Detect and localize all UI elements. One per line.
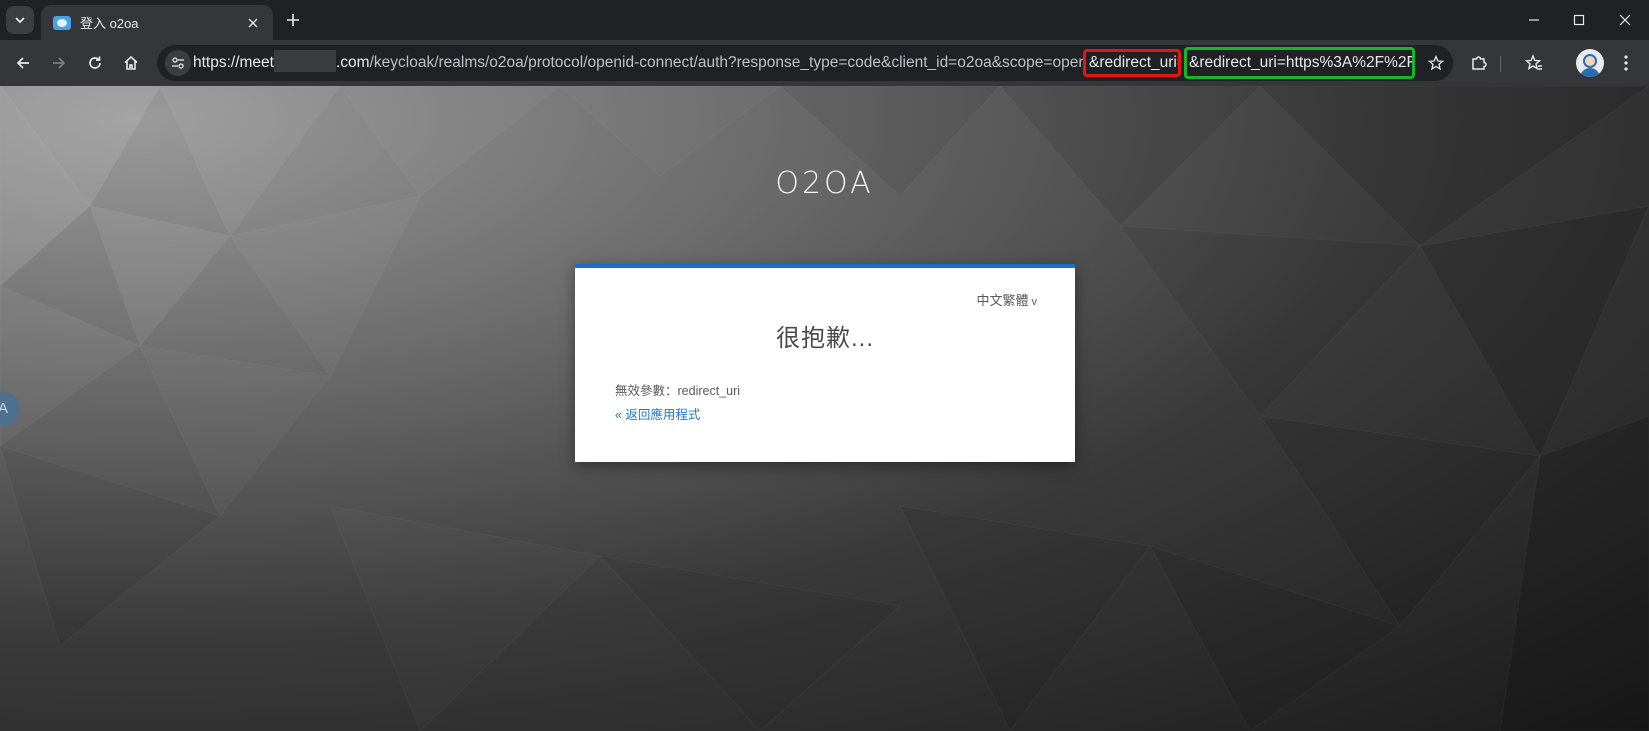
minimize-button[interactable] <box>1520 6 1548 34</box>
profile-avatar[interactable] <box>1576 49 1604 77</box>
toolbar-divider <box>1500 56 1501 72</box>
site-favicon-icon <box>53 15 71 30</box>
browser-toolbar: https://meet .com/keycloak/realms/o2oa/pr… <box>0 40 1649 86</box>
redacted-hostname <box>273 50 336 72</box>
maximize-button[interactable] <box>1565 6 1593 34</box>
puzzle-icon <box>1472 56 1487 70</box>
close-icon <box>1619 14 1631 26</box>
close-icon <box>248 18 258 27</box>
tab-search-button[interactable] <box>6 6 34 34</box>
window-close-button[interactable] <box>1611 6 1639 34</box>
extensions-button[interactable] <box>1465 49 1493 77</box>
reload-button[interactable] <box>81 49 109 77</box>
kebab-menu-icon <box>1624 55 1628 71</box>
chevron-down-icon: v <box>1031 296 1038 308</box>
chevron-down-icon <box>15 17 25 24</box>
tab-strip: 登入 o2oa <box>0 0 1649 40</box>
tab-close-button[interactable] <box>243 13 263 33</box>
reload-icon <box>89 56 101 69</box>
error-message: 無效參數：redirect_uri <box>615 384 741 398</box>
minimize-icon <box>1529 19 1539 21</box>
tab-title: 登入 o2oa <box>80 16 139 31</box>
url-host-suffix: .com <box>335 54 370 71</box>
menu-button[interactable] <box>1612 49 1640 77</box>
home-icon <box>124 55 138 70</box>
bookmark-star-button[interactable] <box>1422 49 1450 77</box>
tab-active[interactable]: 登入 o2oa <box>41 5 273 40</box>
star-icon <box>1428 55 1444 71</box>
site-info-button[interactable] <box>165 50 191 76</box>
url-path: /keycloak/realms/o2oa/protocol/openid-co… <box>369 54 1088 71</box>
forward-button[interactable] <box>45 49 73 77</box>
arrow-right-icon <box>53 57 66 69</box>
error-card: 中文繁體 v 很抱歉... 無效參數：redirect_uri « 返回應用程式 <box>575 264 1075 462</box>
redirect-uri-highlight-red: &redirect_uri= <box>1083 49 1181 77</box>
language-selector[interactable]: 中文繁體 v <box>976 290 1037 309</box>
plus-icon <box>287 14 299 26</box>
bookmarks-button[interactable] <box>1520 49 1548 77</box>
maximize-icon <box>1573 14 1585 26</box>
address-bar[interactable]: https://meet .com/keycloak/realms/o2oa/pr… <box>157 45 1453 81</box>
home-button[interactable] <box>117 49 145 77</box>
bookmarks-star-icon <box>1525 54 1542 70</box>
error-title: 很抱歉... <box>775 325 874 352</box>
new-tab-button[interactable] <box>282 9 304 31</box>
url-text[interactable]: https://meet .com/keycloak/realms/o2oa/pr… <box>193 45 1088 81</box>
language-label: 中文繁體 <box>976 293 1029 308</box>
brand-title: O2OA <box>775 166 874 201</box>
page-content: O2OA 中文繁體 v 很抱歉... 無效參數：redirect_uri « 返回… <box>0 86 1649 731</box>
back-button[interactable] <box>9 49 37 77</box>
tune-icon <box>172 57 184 69</box>
back-to-application-link[interactable]: « 返回應用程式 <box>615 404 700 423</box>
url-prefix: https://meet <box>193 54 274 71</box>
redirect-uri-highlight-green: &redirect_uri=https%3A%2F%2F... <box>1184 47 1415 79</box>
arrow-left-icon <box>16 57 29 69</box>
